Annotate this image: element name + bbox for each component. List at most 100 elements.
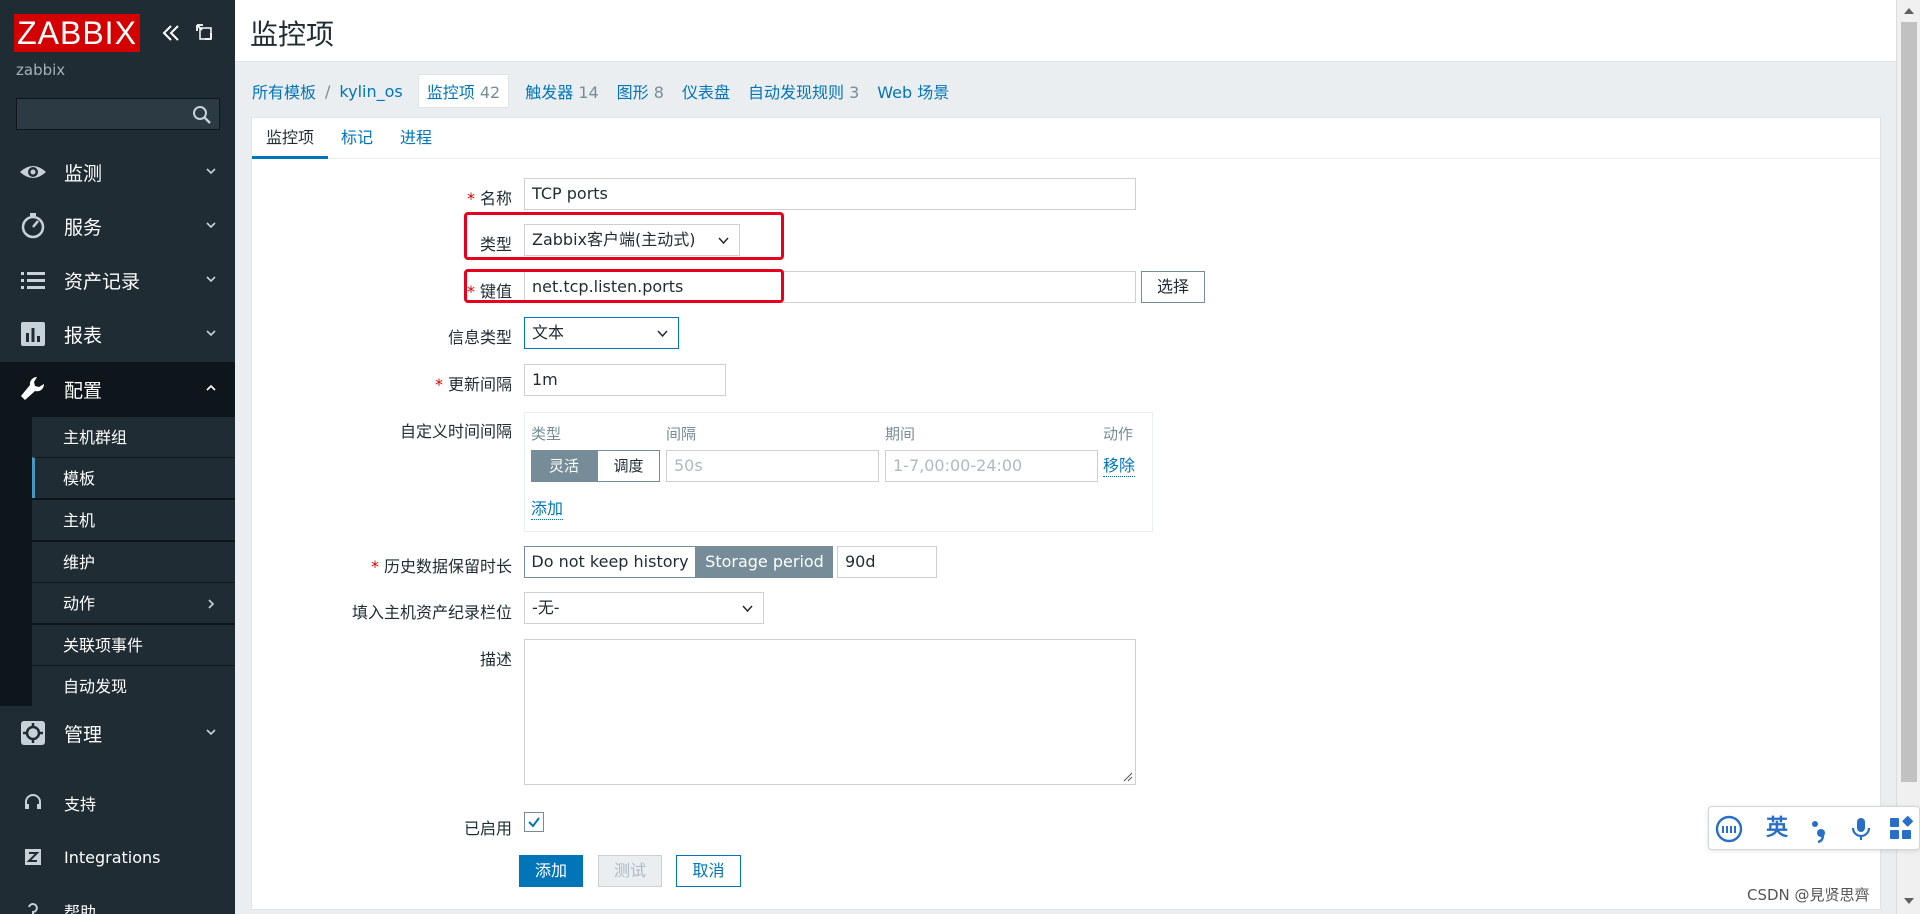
resize-handle-icon[interactable] — [1121, 770, 1133, 782]
breadcrumb-web-scenarios[interactable]: Web 场景 — [877, 79, 949, 103]
sidebar-item-label: 支持 — [64, 795, 97, 814]
breadcrumb: 所有模板 / kylin_os 监控项 42 触发器 14 图形 8 仪表盘 自… — [252, 74, 967, 108]
sidebar-section-reports[interactable]: 报表 — [0, 307, 235, 361]
sidebar-item-hosts[interactable]: 主机 — [32, 499, 235, 540]
breadcrumb-discovery-label: 自动发现规则 — [747, 83, 844, 102]
clock-icon — [21, 213, 45, 239]
chevron-down-icon — [206, 330, 216, 337]
gear-icon — [21, 721, 45, 745]
chevron-down-icon — [206, 276, 216, 283]
sidebar-item-templates[interactable]: 模板 — [32, 457, 235, 498]
sidebar-section-label: 监测 — [64, 162, 103, 185]
breadcrumb-separator: / — [325, 81, 331, 101]
breadcrumb-discovery-count: 3 — [849, 83, 860, 102]
sidebar-item-help[interactable]: 帮助 — [0, 886, 235, 914]
inventory-label: 填入主机资产纪录栏位 — [351, 603, 512, 622]
sidebar-section-label: 资产记录 — [64, 270, 141, 293]
zabbix-logo[interactable]: ZABBIX — [14, 14, 140, 52]
search-icon[interactable] — [191, 104, 213, 126]
punctuation-icon[interactable] — [1805, 815, 1833, 843]
name-input[interactable]: TCP ports — [524, 178, 1136, 210]
eye-icon — [20, 166, 46, 178]
headset-icon — [25, 794, 41, 809]
history-storage-period-toggle[interactable]: Storage period — [696, 546, 833, 578]
breadcrumb-items[interactable]: 监控项 42 — [417, 74, 510, 108]
chevron-down-icon — [657, 330, 668, 338]
name-label-text: 名称 — [479, 189, 512, 208]
sidebar-section-services[interactable]: 服务 — [0, 199, 235, 253]
page-scrollbar[interactable] — [1896, 0, 1920, 914]
sidebar-item-discovery[interactable]: 自动发现 — [32, 665, 235, 706]
enabled-label: 已启用 — [463, 819, 512, 838]
breadcrumb-graphs[interactable]: 图形 8 — [617, 79, 664, 103]
key-select-button[interactable]: 选择 — [1141, 271, 1205, 303]
kiosk-mode-icon[interactable] — [194, 22, 214, 42]
scroll-up-arrow-icon[interactable] — [1903, 6, 1915, 16]
sidebar-item-host-groups[interactable]: 主机群组 — [32, 416, 235, 457]
breadcrumb-items-label: 监控项 — [426, 83, 475, 102]
add-button[interactable]: 添加 — [519, 855, 583, 887]
collapse-sidebar-icon[interactable] — [160, 22, 182, 44]
interval-delay-input[interactable]: 50s — [666, 450, 879, 482]
sidebar: ZABBIX zabbix 监测 服务 资产记录 报表 配置 主机群组 模板 主… — [0, 0, 235, 914]
inventory-field-select[interactable]: -无- — [524, 592, 764, 624]
sidebar-section-monitoring[interactable]: 监测 — [0, 145, 235, 199]
breadcrumb-graphs-count: 8 — [653, 83, 664, 102]
scroll-down-arrow-icon[interactable] — [1903, 896, 1915, 906]
scroll-thumb[interactable] — [1901, 22, 1917, 782]
breadcrumb-triggers-count: 14 — [578, 83, 599, 102]
tab-preprocessing[interactable]: 进程 — [400, 118, 432, 159]
sidebar-item-event-correlation[interactable]: 关联项事件 — [32, 624, 235, 665]
enabled-checkbox[interactable] — [524, 812, 544, 832]
chevron-down-icon — [206, 222, 216, 229]
history-do-not-keep-toggle[interactable]: Do not keep history — [524, 546, 696, 578]
sidebar-item-integrations[interactable]: Integrations — [0, 832, 235, 882]
test-button: 测试 — [598, 855, 662, 887]
update-interval-input[interactable]: 1m — [524, 364, 726, 396]
history-period-input[interactable]: 90d — [837, 546, 937, 578]
breadcrumb-dashboards[interactable]: 仪表盘 — [682, 79, 730, 103]
interval-remove-link[interactable]: 移除 — [1103, 456, 1136, 477]
inventory-select-value: -无- — [532, 598, 560, 617]
help-icon — [28, 903, 38, 914]
interval-period-input[interactable]: 1-7,00:00-24:00 — [885, 450, 1098, 482]
annotation-highlight-type — [464, 212, 784, 260]
cancel-button[interactable]: 取消 — [676, 855, 741, 887]
interval-delay-placeholder: 50s — [674, 456, 703, 475]
breadcrumb-items-count: 42 — [479, 83, 501, 102]
breadcrumb-template[interactable]: kylin_os — [339, 82, 402, 101]
history-label-text: 历史数据保留时长 — [383, 557, 512, 576]
name-label: * 名称 — [252, 185, 512, 209]
configuration-submenu: 主机群组 模板 主机 维护 动作 关联项事件 自动发现 — [0, 416, 235, 706]
col-header-action: 动作 — [1103, 425, 1134, 443]
ime-language-toggle[interactable]: 英 — [1763, 815, 1791, 843]
sidebar-section-administration[interactable]: 管理 — [0, 706, 235, 760]
breadcrumb-all-templates[interactable]: 所有模板 — [252, 79, 316, 103]
sidebar-item-actions[interactable]: 动作 — [32, 582, 235, 623]
form-tabs: 监控项 标记 进程 — [252, 118, 1880, 159]
sidebar-item-label: 动作 — [63, 594, 96, 613]
sidebar-section-configuration[interactable]: 配置 — [0, 362, 235, 416]
info-type-select[interactable]: 文本 — [524, 317, 679, 349]
sidebar-item-support[interactable]: 支持 — [0, 778, 235, 828]
interval-type-scheduling-toggle[interactable]: 调度 — [597, 450, 660, 482]
chevron-down-icon — [742, 605, 753, 613]
interval-type-flexible-toggle[interactable]: 灵活 — [531, 450, 597, 482]
watermark-text: CSDN @見贤思齊 — [1747, 886, 1870, 904]
sidebar-item-maintenance[interactable]: 维护 — [32, 541, 235, 582]
breadcrumb-discovery-rules[interactable]: 自动发现规则 3 — [748, 79, 859, 103]
breadcrumb-triggers[interactable]: 触发器 14 — [525, 79, 598, 103]
microphone-icon[interactable] — [1847, 815, 1875, 843]
sidebar-search-input[interactable] — [16, 98, 220, 130]
page-header: 监控项 — [235, 0, 1896, 62]
sidebar-section-label: 配置 — [64, 379, 103, 402]
ifly-logo-icon[interactable] — [1715, 815, 1743, 843]
annotation-highlight-key — [464, 269, 784, 303]
description-textarea[interactable] — [524, 639, 1136, 785]
sidebar-item-label: Integrations — [64, 847, 161, 867]
sidebar-section-inventory[interactable]: 资产记录 — [0, 253, 235, 307]
tab-item[interactable]: 监控项 — [252, 118, 329, 159]
apps-grid-icon[interactable] — [1887, 815, 1915, 843]
interval-add-link[interactable]: 添加 — [531, 499, 564, 520]
tab-tags[interactable]: 标记 — [341, 118, 373, 159]
